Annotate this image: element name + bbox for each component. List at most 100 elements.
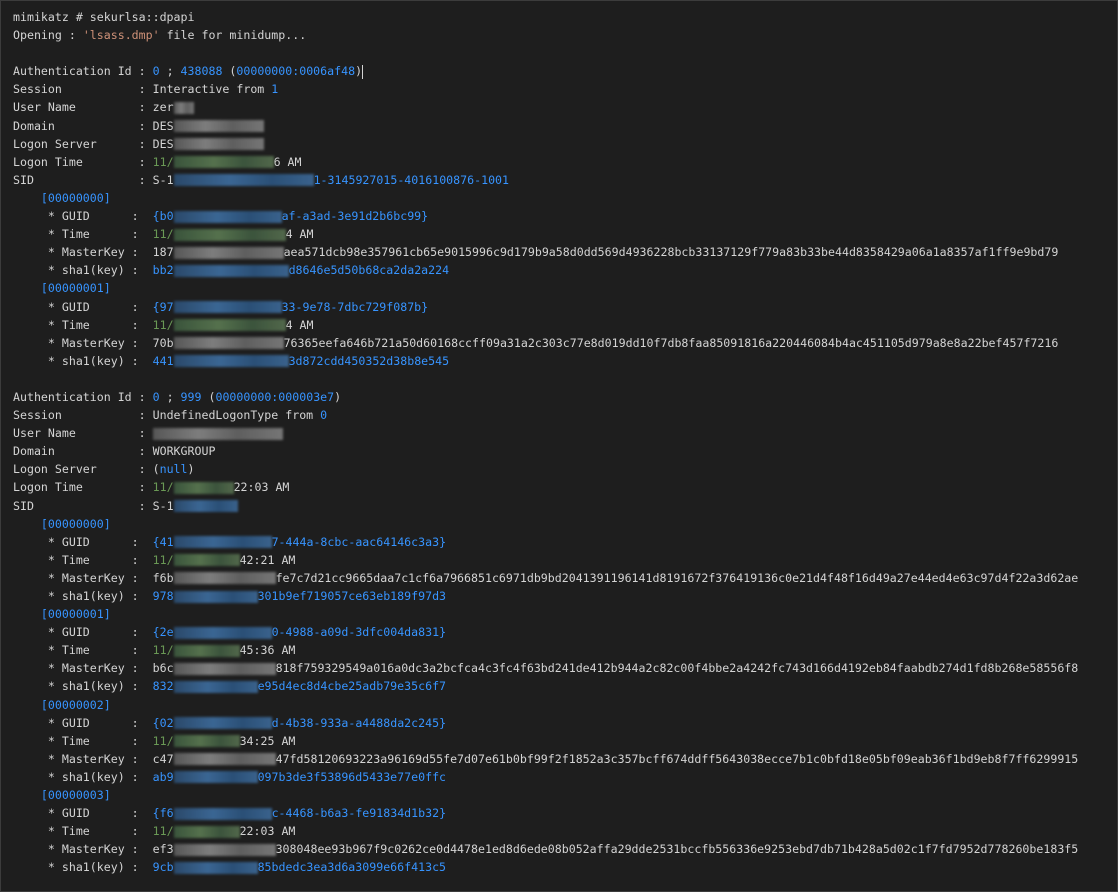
sha1-end: 3d872cdd450352d38b8e545 bbox=[288, 353, 450, 368]
redaction-blur bbox=[173, 120, 264, 133]
session-line: Session : Interactive from 1 bbox=[13, 80, 1117, 98]
sha1-line: * sha1(key) : ab9 097b3de3f53896d5433e77e… bbox=[13, 768, 1117, 786]
session-line: Session : UndefinedLogonType from 0 bbox=[13, 406, 1117, 424]
masterkey-index: [00000002] bbox=[40, 697, 111, 712]
sha1-start: bb2 bbox=[152, 263, 174, 278]
redaction-blur bbox=[173, 536, 272, 549]
masterkey-line: * MasterKey : c47 47fd58120693223a96169d5… bbox=[13, 750, 1117, 768]
masterkey-start: 187 bbox=[152, 245, 174, 260]
masterkey-index-line: [00000000] bbox=[13, 189, 1117, 207]
user-name-line: User Name : bbox=[13, 424, 1117, 442]
label-sha1: * sha1(key) : bbox=[13, 353, 153, 368]
guid-end: 33-9e78-7dbc729f087b} bbox=[281, 299, 429, 314]
masterkey-line: * MasterKey : b6c 818f759329549a016a0dc3a… bbox=[13, 659, 1117, 677]
label-sha1: * sha1(key) : bbox=[13, 589, 153, 603]
label-time: * Time : bbox=[13, 227, 153, 242]
key-time-line: * Time : 11/45:36 AM bbox=[13, 641, 1117, 659]
masterkey-end: fe7c7d21cc9665daa7c1cf6a7966851c6971db9b… bbox=[275, 570, 1079, 585]
label-masterkey: * MasterKey : bbox=[13, 335, 153, 350]
label-time: * Time : bbox=[13, 733, 153, 748]
label-guid: * GUID : bbox=[13, 209, 153, 224]
redaction-blur bbox=[173, 843, 276, 856]
redaction-blur bbox=[173, 662, 276, 675]
masterkey-start: f6b bbox=[152, 570, 174, 585]
guid-line: * GUID : {41 7-444a-8cbc-aac64146c3a3} bbox=[13, 533, 1117, 551]
label-masterkey: * MasterKey : bbox=[13, 661, 153, 676]
key-time-line: * Time : 11/4 AM bbox=[13, 316, 1117, 334]
logon-server-line: Logon Server : (null) bbox=[13, 462, 195, 477]
redaction-blur bbox=[173, 210, 282, 223]
label-logon-time: Logon Time : bbox=[13, 154, 153, 169]
auth-id-hex: 00000000:0006af48 bbox=[236, 64, 356, 79]
guid-start: {41 bbox=[152, 534, 174, 549]
label-sid: SID : bbox=[13, 172, 153, 187]
redaction-blur bbox=[173, 264, 289, 277]
guid-line: * GUID : {02 d-4b38-933a-a4488da2c245} bbox=[13, 714, 1117, 732]
label-logon-server: Logon Server : bbox=[13, 462, 153, 477]
sha1-line: * sha1(key) : bb2 d8646e5d50b68ca2da2a224 bbox=[13, 261, 1117, 279]
auth-id-line: Authentication Id : 0 ; 438088 (00000000… bbox=[13, 64, 364, 79]
logon-time-line: Logon Time : 11/6 AM bbox=[13, 153, 1117, 171]
redaction-blur bbox=[173, 753, 276, 766]
masterkey-start: 70b bbox=[152, 335, 174, 350]
masterkey-end: 76365eefa646b721a50d60168ccff09a31a2c303… bbox=[283, 335, 1059, 350]
label-masterkey: * MasterKey : bbox=[13, 842, 153, 857]
sha1-start: 832 bbox=[152, 679, 174, 694]
terminal-output[interactable]: mimikatz # sekurlsa::dpapi Opening : 'lsa… bbox=[0, 0, 1118, 892]
logon-time-line: Logon Time : 11/22:03 AM bbox=[13, 478, 1117, 496]
redaction-blur bbox=[173, 101, 194, 114]
label-time: * Time : bbox=[13, 552, 153, 567]
logon-time-end: 22:03 AM bbox=[233, 480, 290, 495]
label-sha1: * sha1(key) : bbox=[13, 263, 153, 278]
time-end: 22:03 AM bbox=[239, 824, 296, 839]
label-time: * Time : bbox=[13, 824, 153, 839]
label-auth-id: Authentication Id : bbox=[13, 389, 153, 404]
masterkey-start: ef3 bbox=[152, 842, 174, 857]
key-time-line: * Time : 11/42:21 AM bbox=[13, 551, 1117, 569]
sha1-start: 978 bbox=[152, 589, 174, 603]
redaction-blur bbox=[173, 825, 240, 838]
guid-end: af-a3ad-3e91d2b6bc99} bbox=[281, 209, 429, 224]
opening-file: 'lsass.dmp' bbox=[82, 28, 160, 43]
masterkey-index: [00000000] bbox=[40, 516, 111, 531]
sha1-start: 9cb bbox=[152, 860, 174, 875]
sha1-end: e95d4ec8d4cbe25adb79e35c6f7 bbox=[257, 679, 447, 694]
redaction-blur bbox=[173, 644, 240, 657]
label-guid: * GUID : bbox=[13, 299, 153, 314]
user-name-line: User Name : zer bbox=[13, 98, 1117, 116]
masterkey-index: [00000001] bbox=[40, 281, 111, 296]
masterkey-line: * MasterKey : ef3 308048ee93b967f9c0262ce… bbox=[13, 840, 1117, 858]
auth-id-low: 0 bbox=[152, 389, 160, 404]
session-type: UndefinedLogonType bbox=[152, 408, 279, 423]
auth-id-low: 0 bbox=[152, 64, 160, 79]
text-cursor bbox=[362, 64, 364, 79]
guid-line: * GUID : {b0 af-a3ad-3e91d2b6bc99} bbox=[13, 207, 1117, 225]
masterkey-end: 308048ee93b967f9c0262ce0d4478e1ed8d6ede0… bbox=[275, 842, 1079, 857]
guid-start: {02 bbox=[152, 715, 174, 730]
sha1-start: ab9 bbox=[152, 769, 174, 784]
masterkey-index-line: [00000001] bbox=[13, 279, 1117, 297]
guid-line: * GUID : {f6 c-4468-b6a3-fe91834d1b32} bbox=[13, 804, 1117, 822]
from-word: from bbox=[278, 408, 321, 423]
guid-end: c-4468-b6a3-fe91834d1b32} bbox=[271, 806, 447, 821]
key-time-line: * Time : 11/22:03 AM bbox=[13, 822, 1117, 840]
redaction-blur bbox=[173, 861, 258, 874]
redaction-blur bbox=[173, 572, 276, 585]
label-logon-time: Logon Time : bbox=[13, 480, 153, 495]
redaction-blur bbox=[173, 355, 289, 368]
redaction-blur bbox=[173, 735, 240, 748]
masterkey-index-line: [00000000] bbox=[13, 515, 1117, 533]
logon-server-line: Logon Server : DES bbox=[13, 135, 1117, 153]
label-masterkey: * MasterKey : bbox=[13, 245, 153, 260]
time-start: 11/ bbox=[152, 552, 174, 567]
redaction-blur bbox=[173, 626, 272, 639]
masterkey-start: b6c bbox=[152, 661, 174, 676]
sha1-line: * sha1(key) : 832 e95d4ec8d4cbe25adb79e35… bbox=[13, 677, 1117, 695]
redaction-blur bbox=[173, 717, 272, 730]
sha1-end: 85bdedc3ea3d6a3099e66f413c5 bbox=[257, 860, 447, 875]
redaction-blur bbox=[173, 771, 258, 784]
sha1-end: d8646e5d50b68ca2da2a224 bbox=[288, 263, 450, 278]
sha1-line: * sha1(key) : 9cb 85bdedc3ea3d6a3099e66f4… bbox=[13, 858, 1117, 876]
sid-end: 1-3145927015-4016100876-1001 bbox=[313, 172, 510, 187]
